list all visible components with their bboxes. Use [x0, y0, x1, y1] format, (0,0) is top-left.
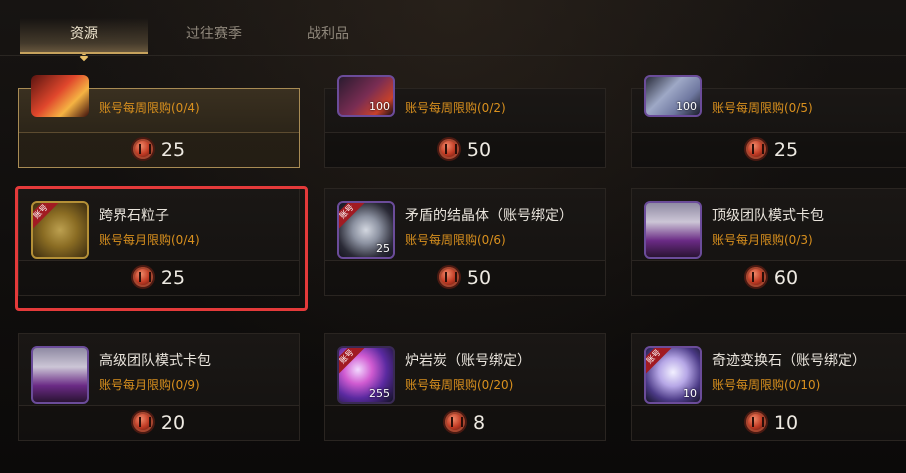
tab-loot[interactable]: 战利品: [280, 18, 376, 54]
price-area: 50: [325, 132, 605, 167]
purchase-limit: 账号每周限购(0/5): [712, 101, 813, 115]
item-quantity: 10: [683, 387, 697, 400]
tab-past-seasons[interactable]: 过往赛季: [150, 18, 278, 54]
currency-coin-icon: [132, 139, 153, 159]
tab-label: 过往赛季: [186, 26, 242, 42]
price-value: 60: [773, 267, 799, 289]
currency-coin-icon: [745, 267, 766, 287]
item-quantity: 100: [676, 100, 697, 113]
purchase-limit: 账号每周限购(0/10): [712, 378, 821, 392]
item-quantity: 25: [376, 242, 390, 255]
tab-bar: 资源 过往赛季 战利品: [0, 0, 906, 62]
lava-orb-icon: 账号 255: [337, 346, 395, 404]
price-value: 25: [160, 139, 186, 161]
card-pack-icon: [31, 346, 89, 404]
currency-coin-icon: [132, 267, 153, 287]
currency-coin-icon: [132, 412, 153, 432]
shop-item-card[interactable]: 顶级团队模式卡包 账号每月限购(0/3) 60: [631, 188, 906, 296]
shop-item-card[interactable]: 账号 10 奇迹变换石（账号绑定） 账号每周限购(0/10) 10: [631, 333, 906, 441]
price-value: 25: [773, 139, 799, 161]
account-ribbon: 账号: [339, 203, 367, 231]
currency-coin-icon: [438, 139, 459, 159]
purchase-limit: 账号每月限购(0/4): [99, 233, 200, 247]
price-area: 20: [19, 405, 299, 440]
currency-coin-icon: [745, 412, 766, 432]
price-area: 25: [19, 132, 299, 167]
crystal-icon: 账号 25: [337, 201, 395, 259]
item-title: 矛盾的结晶体（账号绑定）: [405, 208, 573, 224]
price-value: 8: [472, 412, 486, 434]
stone-particles-icon: 账号: [31, 201, 89, 259]
account-ribbon: 账号: [33, 203, 61, 231]
item-title: 跨界石粒子: [99, 208, 169, 224]
price-value: 50: [466, 267, 492, 289]
shop-item-card[interactable]: 账号 25 矛盾的结晶体（账号绑定） 账号每周限购(0/6) 50: [324, 188, 606, 296]
account-ribbon: 账号: [646, 348, 674, 376]
item-title: 顶级团队模式卡包: [712, 208, 824, 224]
purchase-limit: 账号每月限购(0/3): [712, 233, 813, 247]
purchase-limit: 账号每周限购(0/2): [405, 101, 506, 115]
currency-coin-icon: [438, 267, 459, 287]
tab-label: 资源: [70, 26, 98, 42]
price-area: 50: [325, 260, 605, 295]
shop-item-card[interactable]: 账号 跨界石粒子 账号每月限购(0/4) 25: [18, 188, 300, 296]
shop-item-card[interactable]: 账号 255 炉岩炭（账号绑定） 账号每周限购(0/20) 8: [324, 333, 606, 441]
currency-coin-icon: [745, 139, 766, 159]
shop-item-card[interactable]: 100 账号每周限购(0/2) 50: [324, 75, 606, 168]
price-area: 25: [632, 132, 906, 167]
tab-label: 战利品: [307, 26, 349, 42]
account-ribbon: 账号: [339, 348, 367, 376]
price-value: 25: [160, 267, 186, 289]
item-title: 奇迹变换石（账号绑定）: [712, 353, 866, 369]
price-area: 25: [19, 260, 299, 295]
tab-resources[interactable]: 资源: [20, 18, 148, 62]
item-title: 炉岩炭（账号绑定）: [405, 353, 531, 369]
miracle-stone-icon: 账号 10: [644, 346, 702, 404]
shop-item-card[interactable]: 高级团队模式卡包 账号每月限购(0/9) 20: [18, 333, 300, 441]
purchase-limit: 账号每周限购(0/6): [405, 233, 506, 247]
item-title: 高级团队模式卡包: [99, 353, 211, 369]
card-pack-icon: [644, 201, 702, 259]
item-quantity: 255: [369, 387, 390, 400]
shop-item-card[interactable]: 账号每周限购(0/4) 25: [18, 75, 300, 168]
silver-chip-icon: 100: [644, 75, 702, 117]
price-value: 10: [773, 412, 799, 434]
price-value: 50: [466, 139, 492, 161]
item-quantity: 100: [369, 100, 390, 113]
price-value: 20: [160, 412, 186, 434]
currency-coin-icon: [444, 412, 465, 432]
purchase-limit: 账号每月限购(0/9): [99, 378, 200, 392]
price-area: 60: [632, 260, 906, 295]
price-area: 10: [632, 405, 906, 440]
tab-divider: [0, 55, 906, 56]
shop-item-card[interactable]: 100 账号每周限购(0/5) 25: [631, 75, 906, 168]
dark-crystal-icon: 100: [337, 75, 395, 117]
purchase-limit: 账号每周限购(0/4): [99, 101, 200, 115]
ember-chest-icon: [31, 75, 89, 117]
price-area: 8: [325, 405, 605, 440]
purchase-limit: 账号每周限购(0/20): [405, 378, 514, 392]
